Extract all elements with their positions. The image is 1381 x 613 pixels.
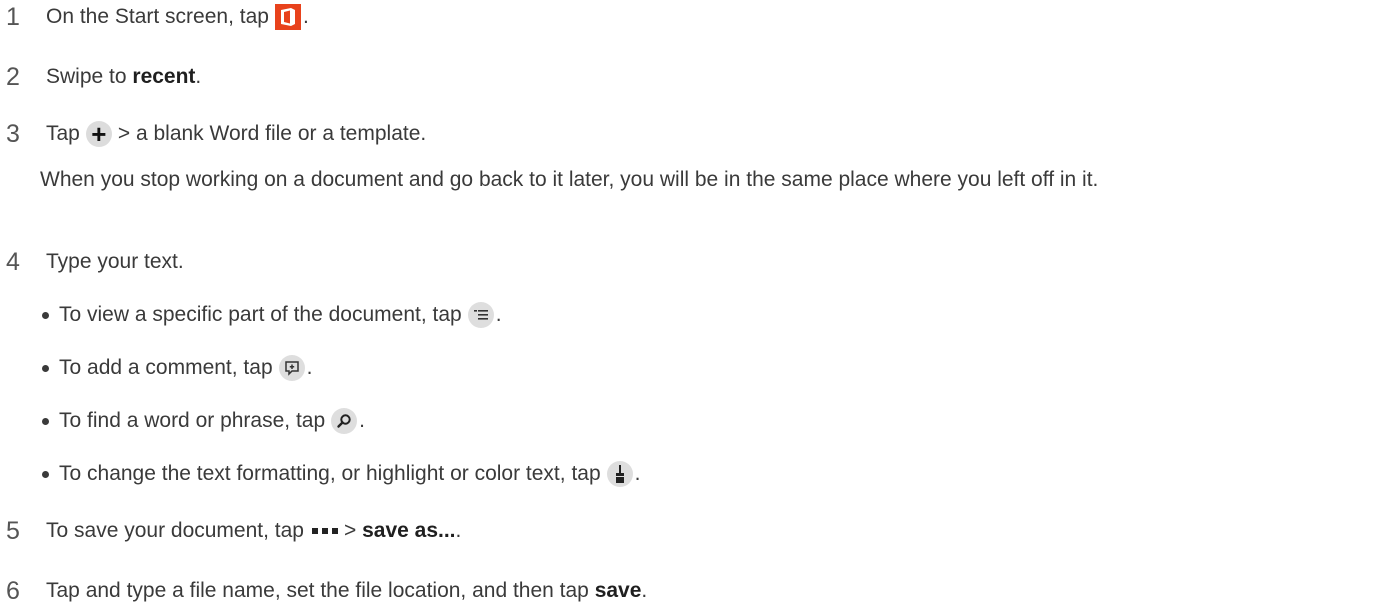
step-text: Swipe to — [46, 65, 133, 88]
step-2: 2 Swipe to recent . — [0, 62, 201, 92]
outline-icon — [467, 302, 494, 328]
add-icon: + — [85, 121, 112, 147]
search-icon — [331, 408, 358, 434]
step-number: 5 — [6, 517, 20, 545]
step-number: 1 — [6, 3, 20, 31]
bullet-dot — [42, 470, 49, 478]
step-number: 4 — [6, 248, 20, 276]
step-text: Tap — [46, 122, 80, 145]
step-3: 3 Tap + > a blank Word file or a templat… — [0, 119, 426, 149]
step-1: 1 On the Start screen, tap . — [0, 2, 309, 32]
recent-label: recent — [132, 65, 196, 88]
step-number: 2 — [6, 63, 20, 91]
more-icon — [311, 528, 338, 534]
office-icon — [274, 4, 301, 30]
bullet-item: To find a word or phrase, tap . — [40, 406, 365, 436]
step-number: 6 — [6, 577, 20, 605]
bullet-item: To add a comment, tap . — [40, 353, 312, 383]
step-text: On the Start screen, tap — [46, 5, 269, 28]
step-text: Tap and type a file name, set the file l… — [46, 579, 595, 602]
save-as-label: save as... — [362, 519, 456, 542]
step-number: 3 — [6, 120, 20, 148]
brush-icon — [606, 461, 633, 487]
bullet-item: To view a specific part of the document,… — [40, 300, 502, 330]
save-label: save — [594, 579, 642, 602]
step-text: Type your text. — [46, 250, 184, 273]
bullet-dot — [42, 417, 49, 425]
step-4: 4 Type your text. — [0, 247, 184, 277]
step-5: 5 To save your document, tap > save as..… — [0, 516, 461, 546]
instructions-document: 1 On the Start screen, tap . 2 Swipe to … — [0, 0, 1381, 613]
comment-icon — [278, 355, 305, 381]
bullet-item: To change the text formatting, or highli… — [40, 459, 640, 489]
bullet-dot — [42, 311, 49, 319]
step-text: To save your document, tap — [46, 519, 304, 542]
step-6: 6 Tap and type a file name, set the file… — [0, 576, 647, 606]
bullet-dot — [42, 364, 49, 372]
note-paragraph: When you stop working on a document and … — [40, 168, 1099, 191]
